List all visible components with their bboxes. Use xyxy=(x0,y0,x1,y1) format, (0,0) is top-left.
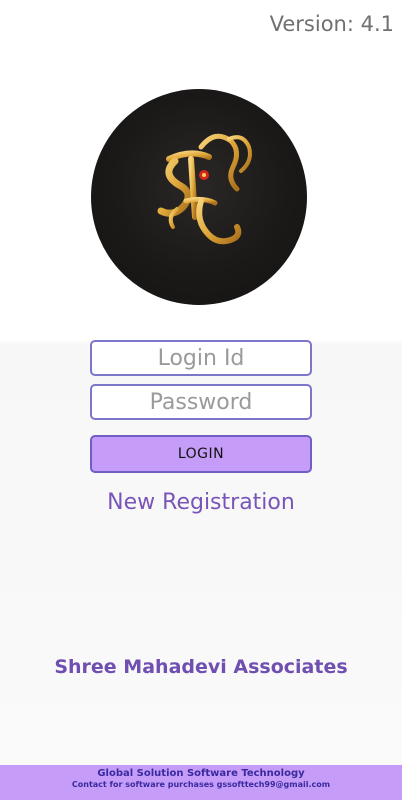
version-label: Version: 4.1 xyxy=(269,12,394,36)
login-button[interactable]: LOGIN xyxy=(90,435,312,473)
shree-ganesh-logo-icon xyxy=(91,89,307,305)
footer-contact: Contact for software purchases gssofttec… xyxy=(71,780,331,789)
login-id-input[interactable] xyxy=(90,340,312,376)
company-name: Shree Mahadevi Associates xyxy=(54,656,348,678)
footer-company: Global Solution Software Technology xyxy=(97,768,305,779)
password-input[interactable] xyxy=(90,384,312,420)
footer-bar: Global Solution Software Technology Cont… xyxy=(0,765,402,800)
new-registration-link[interactable]: New Registration xyxy=(0,490,402,515)
